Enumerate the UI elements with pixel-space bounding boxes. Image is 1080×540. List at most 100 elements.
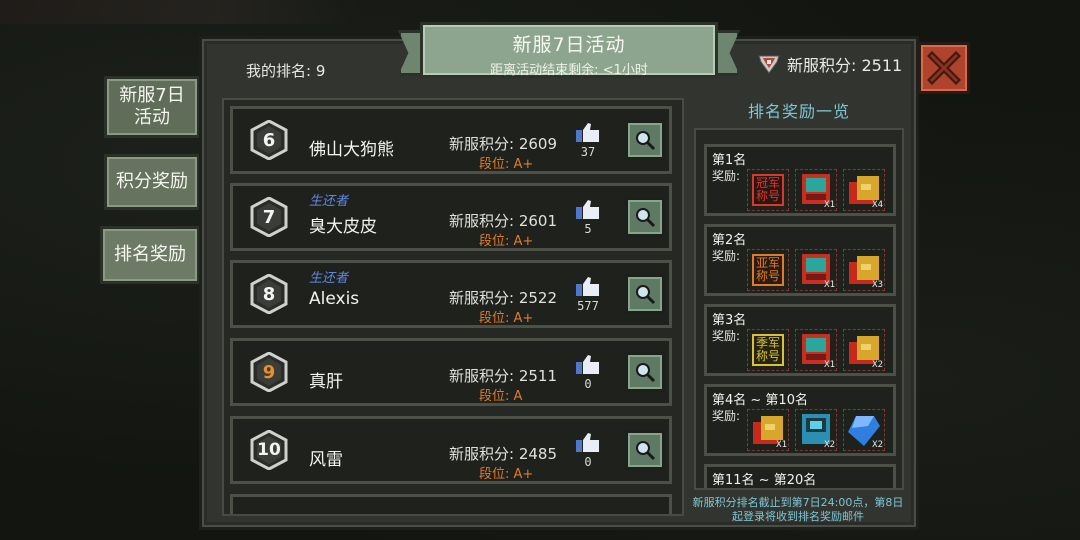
item-multiplier: X2	[824, 440, 835, 450]
magnifier-icon	[636, 131, 656, 151]
magnifier-icon	[636, 285, 656, 305]
ranking-row: 10 风雷 新服积分: 2485 段位: A+ 0	[230, 416, 672, 484]
magnifier-icon	[636, 363, 656, 383]
ranking-row: 6 佛山大狗熊 新服积分: 2609 段位: A+ 37	[230, 106, 672, 174]
tab-new-server-event[interactable]: 新服7日 活动	[104, 76, 200, 138]
reward-tier-title: 第3名	[712, 313, 747, 328]
reward-item-gem[interactable]: X2	[843, 409, 885, 451]
reward-item-title[interactable]: 冠军 称号	[747, 169, 789, 211]
rank-number: 9	[262, 362, 276, 383]
tab-points-reward[interactable]: 积分奖励	[104, 154, 200, 210]
player-points: 新服积分: 2522	[449, 289, 557, 307]
survivor-tag: 生还者	[309, 194, 349, 209]
reward-tier-card: 第3名 奖励: 季军 称号 X1 X2	[704, 304, 896, 376]
reward-label: 奖励:	[712, 329, 741, 343]
reward-item-chest[interactable]: X1	[747, 409, 789, 451]
rank-number: 6	[262, 130, 276, 151]
rank-number: 10	[257, 440, 281, 460]
thumbs-up-icon[interactable]	[575, 431, 601, 453]
tab-ranking-reward[interactable]: 排名奖励	[100, 226, 200, 284]
reward-tier-title: 第2名	[712, 233, 747, 248]
reward-tier-card: 第4名 ~ 第10名 奖励: X1 X2 X2	[704, 384, 896, 456]
ranking-row-self: 9 真肝 新服积分: 2511 段位: A 0	[230, 338, 672, 406]
player-points: 新服积分: 2601	[449, 212, 557, 230]
item-multiplier: X2	[872, 440, 883, 450]
tab-label: 积分奖励	[116, 171, 188, 192]
ranking-row: 8 生还者 Alexis 新服积分: 2522 段位: A+ 577	[230, 260, 672, 328]
view-player-button[interactable]	[625, 197, 665, 237]
view-player-button[interactable]	[625, 120, 665, 160]
like-count: 577	[577, 299, 599, 313]
thumbs-up-icon[interactable]	[575, 275, 601, 297]
survivor-tag: 生还者	[309, 271, 349, 286]
reward-item-device[interactable]: X1	[795, 169, 837, 211]
rank-number: 8	[262, 284, 276, 305]
like-count: 0	[584, 377, 592, 391]
view-player-button[interactable]	[625, 352, 665, 392]
player-points: 新服积分: 2511	[449, 367, 557, 385]
close-button[interactable]	[918, 42, 970, 94]
points-emblem-icon	[758, 55, 780, 74]
player-tier: 段位: A	[479, 389, 523, 404]
title-badge-text: 冠军 称号	[752, 174, 784, 206]
rewards-title: 排名奖励一览	[747, 102, 850, 121]
like-count: 37	[580, 145, 596, 159]
background-topbar	[0, 0, 360, 24]
countdown-text: 距离活动结束剩余: <1小时	[490, 63, 648, 78]
panel-title: 新服7日活动	[512, 34, 626, 56]
tab-label: 新服7日 活动	[119, 85, 185, 128]
rank-number: 7	[262, 207, 276, 228]
item-multiplier: X1	[824, 200, 835, 210]
title-badge-text: 亚军 称号	[752, 254, 784, 286]
title-plate: 新服7日活动 距离活动结束剩余: <1小时	[420, 22, 718, 78]
item-multiplier: X2	[872, 360, 883, 370]
player-tier: 段位: A+	[479, 311, 534, 326]
magnifier-icon	[636, 208, 656, 228]
player-name: 风雷	[309, 450, 343, 470]
server-points-display: 新服积分: 2511	[757, 52, 902, 76]
player-tier: 段位: A+	[479, 234, 534, 249]
player-tier: 段位: A+	[479, 467, 534, 482]
reward-item-device[interactable]: X1	[795, 249, 837, 291]
reward-item-chest[interactable]: X3	[843, 249, 885, 291]
ranking-list[interactable]: 6 佛山大狗熊 新服积分: 2609 段位: A+ 37 7 生还者 臭大皮皮 …	[222, 98, 684, 516]
thumbs-up-icon[interactable]	[575, 198, 601, 220]
reward-label: 奖励:	[712, 169, 741, 183]
reward-tier-card: 第2名 奖励: 亚军 称号 X1 X3	[704, 224, 896, 296]
ranking-row-partial	[230, 494, 672, 514]
player-name: 真肝	[309, 372, 343, 392]
view-player-button[interactable]	[625, 430, 665, 470]
like-count: 5	[584, 222, 592, 236]
tab-label: 排名奖励	[114, 244, 186, 265]
reward-tier-card: 第11名 ~ 第20名	[704, 464, 896, 488]
item-multiplier: X3	[872, 280, 883, 290]
server-points-text: 新服积分: 2511	[787, 56, 903, 75]
reward-item-title[interactable]: 亚军 称号	[747, 249, 789, 291]
reward-tier-title: 第11名 ~ 第20名	[712, 473, 817, 488]
like-count: 0	[584, 455, 592, 469]
thumbs-up-icon[interactable]	[575, 353, 601, 375]
reward-tier-title: 第1名	[712, 153, 747, 168]
player-points: 新服积分: 2609	[449, 135, 557, 153]
item-multiplier: X4	[872, 200, 883, 210]
reward-label: 奖励:	[712, 249, 741, 263]
item-multiplier: X1	[824, 360, 835, 370]
reward-item-title[interactable]: 季军 称号	[747, 329, 789, 371]
reward-tier-title: 第4名 ~ 第10名	[712, 393, 808, 408]
my-rank: 我的排名: 9	[246, 62, 326, 80]
rewards-list[interactable]: 第1名 奖励: 冠军 称号 X1 X4 第2名 奖励: 亚军 称号 X1 X3 …	[694, 128, 904, 490]
thumbs-up-icon[interactable]	[575, 121, 601, 143]
player-name: Alexis	[309, 289, 360, 309]
reward-item-device-blue[interactable]: X2	[795, 409, 837, 451]
reward-footnote: 新服积分排名截止到第7日24:00点，第8日起登录将收到排名奖励邮件	[692, 496, 904, 523]
player-points: 新服积分: 2485	[449, 445, 557, 463]
reward-item-device[interactable]: X1	[795, 329, 837, 371]
view-player-button[interactable]	[625, 274, 665, 314]
title-badge-text: 季军 称号	[752, 334, 784, 366]
reward-label: 奖励:	[712, 409, 741, 423]
player-name: 佛山大狗熊	[309, 140, 394, 160]
reward-item-chest[interactable]: X2	[843, 329, 885, 371]
magnifier-icon	[636, 441, 656, 461]
reward-item-chest[interactable]: X4	[843, 169, 885, 211]
reward-tier-card: 第1名 奖励: 冠军 称号 X1 X4	[704, 144, 896, 216]
